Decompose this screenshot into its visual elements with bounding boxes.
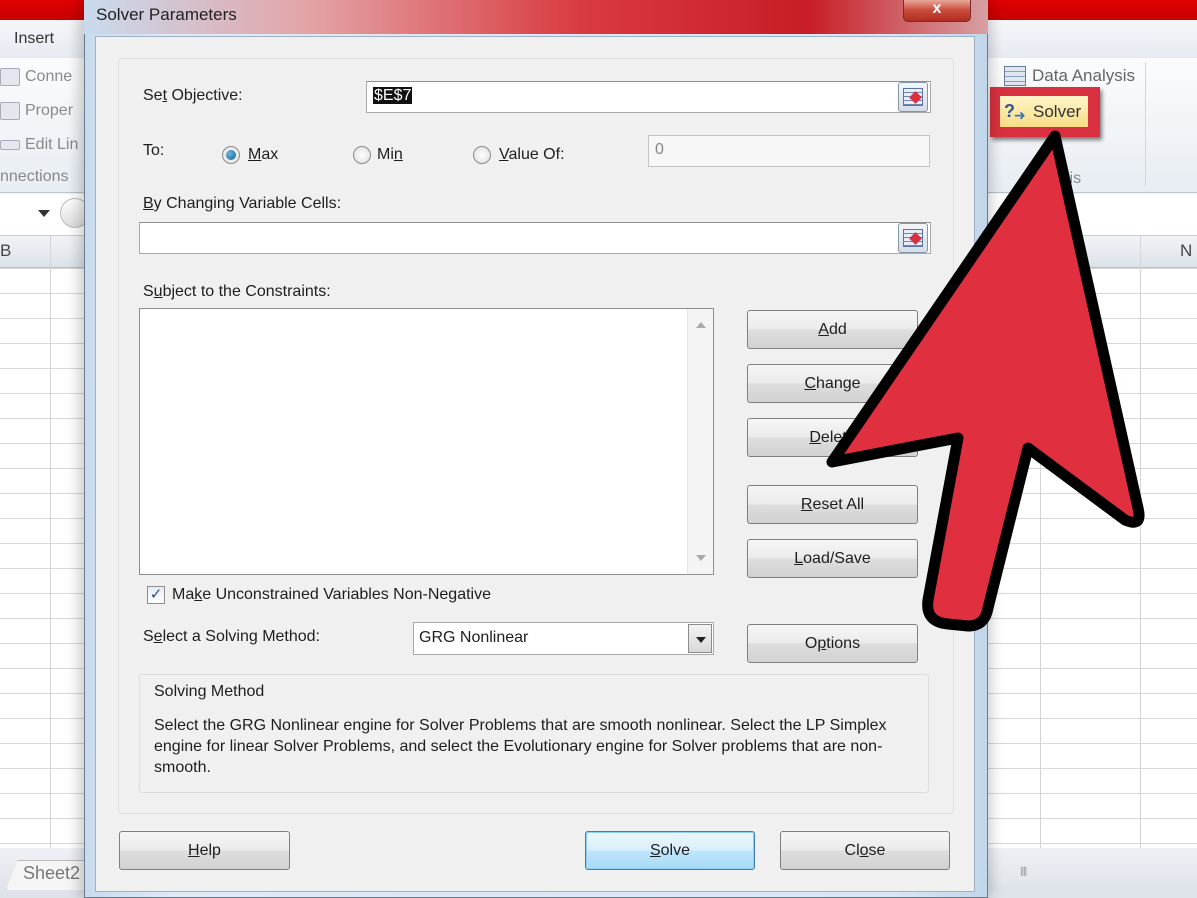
changing-cells-collapse-button[interactable] <box>898 223 928 253</box>
namebox-dropdown-icon[interactable] <box>38 210 50 217</box>
dropdown-arrow-icon[interactable] <box>688 624 712 653</box>
ribbon-item-properties[interactable]: Proper <box>0 102 73 120</box>
checkmark-icon: ✓ <box>149 586 163 603</box>
solving-method-description: Select the GRG Nonlinear engine for Solv… <box>154 717 887 776</box>
status-bar-view-buttons[interactable] <box>990 885 1197 898</box>
value-of-input[interactable]: 0 <box>648 135 930 167</box>
nonnegative-label[interactable]: Make Unconstrained Variables Non-Negativ… <box>172 586 491 604</box>
column-header-b[interactable]: B <box>0 241 11 261</box>
solving-method-label: Select a Solving Method: <box>143 628 320 645</box>
reset-all-button[interactable]: Reset All <box>747 485 918 524</box>
ribbon-separator <box>1145 62 1146 187</box>
group-label-analysis: lysis <box>1050 170 1082 187</box>
connections-icon <box>0 68 20 86</box>
solving-method-select[interactable]: GRG Nonlinear <box>413 622 714 655</box>
solve-button[interactable]: Solve <box>585 831 755 870</box>
data-analysis-icon <box>1004 66 1026 86</box>
ribbon-item-edit-links[interactable]: Edit Lin <box>0 136 78 154</box>
grid-column-line <box>50 236 51 848</box>
change-button[interactable]: Change <box>747 364 918 403</box>
set-objective-value: $E$7 <box>373 87 413 104</box>
ribbon-item-connections[interactable]: Conne <box>0 68 72 86</box>
group-label-connections: nnections <box>0 168 69 185</box>
horizontal-scrollbar-grip[interactable]: |||| <box>1020 866 1027 877</box>
scroll-up-icon[interactable] <box>696 322 706 328</box>
sheet-grid-left[interactable] <box>0 268 90 848</box>
solving-method-group-title: Solving Method <box>154 683 265 700</box>
properties-icon <box>0 102 20 120</box>
ribbon-tab-insert[interactable]: Insert <box>14 30 54 48</box>
load-save-button[interactable]: Load/Save <box>747 539 918 578</box>
constraints-label: Subject to the Constraints: <box>143 283 331 300</box>
radio-min[interactable] <box>353 146 371 164</box>
set-objective-input[interactable]: $E$7 <box>366 81 931 113</box>
solving-method-groupbox: Solving Method Select the GRG Nonlinear … <box>139 674 929 793</box>
set-objective-label: Set Objective: <box>143 87 243 104</box>
radio-value-of-label[interactable]: Value Of: <box>499 146 565 164</box>
close-button[interactable]: Close <box>780 831 950 870</box>
help-button[interactable]: Help <box>119 831 290 870</box>
solver-icon: ? <box>1004 101 1028 124</box>
changing-cells-label: By Changing Variable Cells: <box>143 195 342 212</box>
grid-column-line <box>1040 236 1041 848</box>
dialog-title: Solver Parameters <box>96 5 237 24</box>
radio-value-of[interactable] <box>473 146 491 164</box>
ribbon-solver-button[interactable]: ? Solver <box>1000 96 1088 127</box>
set-objective-collapse-button[interactable] <box>898 82 928 112</box>
constraints-scrollbar[interactable] <box>687 309 713 574</box>
constraints-list[interactable] <box>139 308 714 575</box>
dialog-close-button[interactable]: x <box>903 0 971 22</box>
radio-max-label[interactable]: Max <box>248 146 278 164</box>
nonnegative-checkbox[interactable]: ✓ <box>147 586 165 604</box>
sheet-grid-right[interactable] <box>988 268 1197 848</box>
options-button[interactable]: Options <box>747 624 918 663</box>
link-icon <box>0 140 20 150</box>
to-label: To: <box>143 142 165 159</box>
column-header-n[interactable]: N <box>1180 241 1192 261</box>
changing-cells-input[interactable] <box>139 222 931 254</box>
ribbon-data-analysis[interactable]: Data Analysis <box>1004 66 1135 86</box>
radio-min-label[interactable]: Min <box>377 146 403 164</box>
radio-max[interactable] <box>222 146 240 164</box>
grid-column-line <box>1140 236 1141 848</box>
scroll-down-icon[interactable] <box>696 555 706 561</box>
add-button[interactable]: Add <box>747 310 918 349</box>
delete-button[interactable]: Delete <box>747 418 918 457</box>
close-icon: x <box>932 0 942 17</box>
sheet-tab-sheet2[interactable]: Sheet2 <box>6 860 90 890</box>
